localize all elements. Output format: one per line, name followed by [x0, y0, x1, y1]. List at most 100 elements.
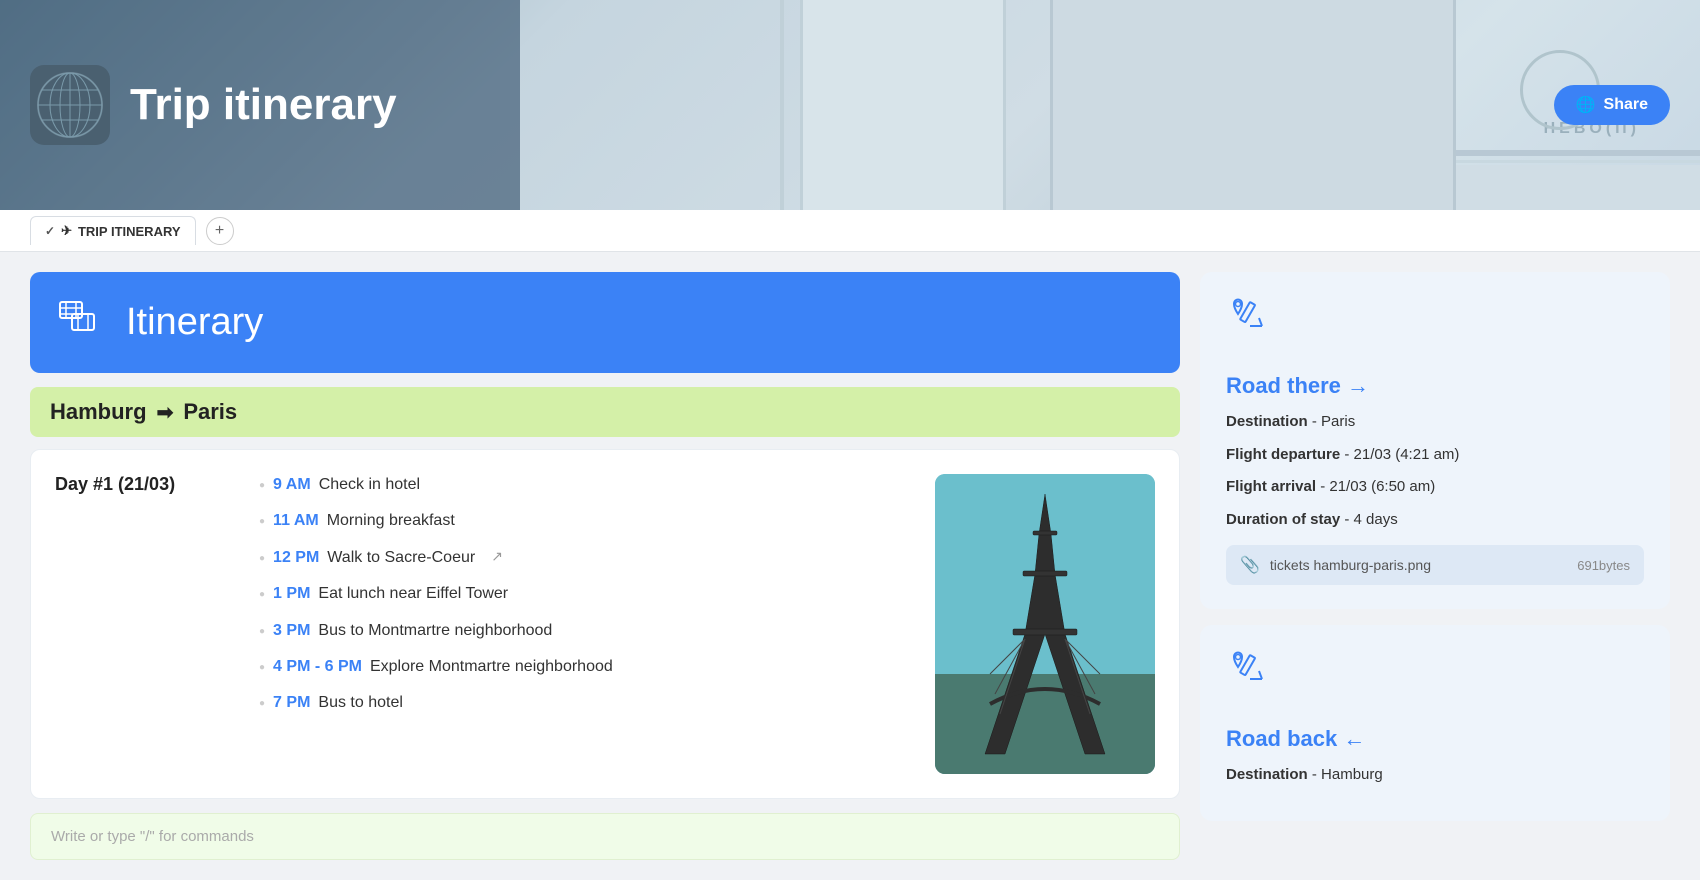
duration-dash: -: [1344, 511, 1353, 528]
add-tab-button[interactable]: +: [206, 217, 234, 245]
right-panel: Road there → Destination - Paris Flight …: [1200, 272, 1670, 821]
globe-icon: 🌐: [1576, 95, 1596, 115]
activity-time: 4 PM - 6 PM: [273, 656, 362, 678]
write-bar[interactable]: Write or type "/" for commands: [30, 813, 1180, 860]
destination-dash: -: [1312, 413, 1321, 430]
write-placeholder: Write or type "/" for commands: [51, 828, 254, 845]
airplane-icon: ✈: [61, 223, 72, 239]
activity-time: 11 AM: [273, 510, 319, 532]
activity-item: ● 7 PM Bus to hotel: [259, 692, 911, 714]
road-back-destination-value: Hamburg: [1321, 766, 1383, 783]
header-title: Trip itinerary: [130, 80, 397, 130]
share-button[interactable]: 🌐 Share: [1554, 85, 1670, 125]
activity-time: 1 PM: [273, 583, 310, 605]
day-label-col: Day #1 (21/03): [55, 474, 235, 774]
arch-line: [780, 0, 784, 210]
activity-time: 3 PM: [273, 620, 310, 642]
route-to: Paris: [183, 399, 237, 425]
road-there-title: Road there →: [1226, 373, 1644, 399]
bullet-icon: ●: [259, 552, 265, 566]
itinerary-title: Itinerary: [126, 301, 263, 344]
arch-text-imr: IMER: [1123, 50, 1179, 68]
bullet-icon: ●: [259, 515, 265, 529]
activity-item: ● 9 AM Check in hotel: [259, 474, 911, 496]
flight-arrival-dash: -: [1320, 478, 1329, 495]
activity-text: Eat lunch near Eiffel Tower: [318, 583, 508, 605]
road-back-title: Road back ←: [1226, 726, 1644, 752]
activities-col: ● 9 AM Check in hotel ● 11 AM Morning br…: [259, 474, 911, 774]
activity-item: ● 3 PM Bus to Montmartre neighborhood: [259, 620, 911, 642]
flight-arrival-value: 21/03 (6:50 am): [1329, 478, 1435, 495]
check-icon: ✓: [45, 224, 55, 238]
arch-text-zurich: ZURICH: [1183, 20, 1290, 46]
road-back-icon: [1226, 649, 1280, 708]
bullet-icon: ●: [259, 588, 265, 602]
activity-time: 12 PM: [273, 547, 319, 569]
activity-item: ● 1 PM Eat lunch near Eiffel Tower: [259, 583, 911, 605]
header-area: ZURICH IMER HEBO(П): [0, 0, 1700, 210]
flight-departure-row: Flight departure - 21/03 (4:21 am): [1226, 444, 1644, 467]
attachment-row[interactable]: 📎 tickets hamburg-paris.png 691bytes: [1226, 545, 1644, 585]
activity-item: ● 4 PM - 6 PM Explore Montmartre neighbo…: [259, 656, 911, 678]
road-back-header: [1226, 649, 1644, 708]
day-label: Day #1 (21/03): [55, 474, 235, 495]
route-bar: Hamburg ➡ Paris: [30, 387, 1180, 437]
bottom-area: [1103, 165, 1700, 210]
paperclip-icon: 📎: [1240, 555, 1260, 575]
route-from: Hamburg: [50, 399, 147, 425]
tab-trip-itinerary[interactable]: ✓ ✈ TRIP ITINERARY: [30, 216, 196, 245]
activity-time: 9 AM: [273, 474, 311, 496]
activity-text: Morning breakfast: [327, 510, 455, 532]
flight-arrival-label: Flight arrival: [1226, 478, 1316, 495]
road-back-card: Road back ← Destination - Hamburg: [1200, 625, 1670, 821]
duration-value: 4 days: [1354, 511, 1398, 528]
activity-time: 7 PM: [273, 692, 310, 714]
itinerary-icon: [58, 294, 110, 351]
bullet-icon: ●: [259, 625, 265, 639]
app-icon-svg: [35, 70, 105, 140]
road-there-title-text: Road there →: [1226, 373, 1369, 399]
road-there-card: Road there → Destination - Paris Flight …: [1200, 272, 1670, 609]
arch-decoration: ZURICH IMER HEBO(П): [500, 0, 1700, 210]
attachment-size: 691bytes: [1577, 558, 1630, 573]
route-arrow-icon: ➡: [157, 400, 174, 425]
main-content: Itinerary Hamburg ➡ Paris Day #1 (21/03)…: [0, 252, 1700, 880]
duration-row: Duration of stay - 4 days: [1226, 509, 1644, 532]
app-icon: [30, 65, 110, 145]
road-back-title-text: Road back ←: [1226, 726, 1365, 752]
left-panel: Itinerary Hamburg ➡ Paris Day #1 (21/03)…: [30, 272, 1180, 860]
itinerary-header-block: Itinerary: [30, 272, 1180, 373]
bullet-icon: ●: [259, 697, 265, 711]
bullet-icon: ●: [259, 479, 265, 493]
flight-departure-dash: -: [1344, 446, 1353, 463]
activity-text: Bus to Montmartre neighborhood: [318, 620, 552, 642]
circle-ornament1: [1143, 70, 1203, 130]
external-link-icon[interactable]: ↗: [491, 547, 503, 567]
molding1: [1103, 150, 1700, 156]
tab-bar: ✓ ✈ TRIP ITINERARY +: [0, 210, 1700, 252]
road-back-destination-dash: -: [1312, 766, 1321, 783]
plus-icon: +: [215, 222, 224, 240]
day-card: Day #1 (21/03) ● 9 AM Check in hotel ● 1…: [30, 449, 1180, 799]
attachment-name: tickets hamburg-paris.png: [1270, 557, 1567, 573]
arch-line2: [1060, 0, 1064, 210]
activity-text: Explore Montmartre neighborhood: [370, 656, 613, 678]
molding2: [1103, 160, 1700, 163]
destination-label: Destination: [1226, 413, 1308, 430]
tab-label: TRIP ITINERARY: [78, 224, 181, 239]
flight-arrival-row: Flight arrival - 21/03 (6:50 am): [1226, 476, 1644, 499]
activity-text: Walk to Sacre-Coeur: [327, 547, 475, 569]
destination-row: Destination - Paris: [1226, 411, 1644, 434]
duration-label: Duration of stay: [1226, 511, 1340, 528]
road-back-destination-label: Destination: [1226, 766, 1308, 783]
flight-departure-label: Flight departure: [1226, 446, 1340, 463]
activity-item: ● 12 PM Walk to Sacre-Coeur ↗: [259, 547, 911, 569]
activity-text: Bus to hotel: [318, 692, 403, 714]
share-label: Share: [1604, 96, 1648, 114]
circle-ornament2: [1273, 60, 1343, 130]
road-there-icon: [1226, 296, 1280, 355]
activity-text: Check in hotel: [319, 474, 420, 496]
activity-item: ● 11 AM Morning breakfast: [259, 510, 911, 532]
flight-departure-value: 21/03 (4:21 am): [1354, 446, 1460, 463]
eiffel-tower-image: [935, 474, 1155, 774]
